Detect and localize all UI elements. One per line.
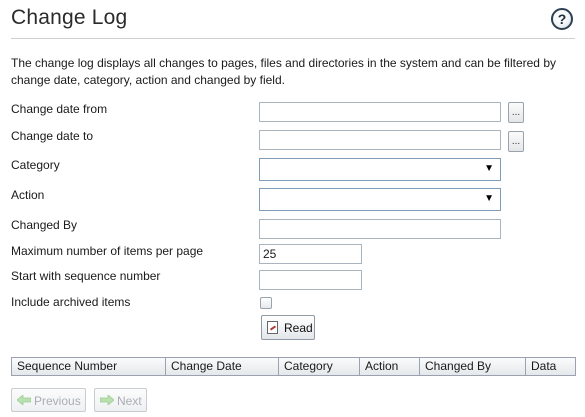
chevron-down-icon: ▼ [484,163,494,174]
column-header[interactable]: Sequence Number [12,358,166,375]
help-icon[interactable]: ? [551,8,573,30]
changed-by-label: Changed By [11,218,78,232]
change-date-from-input[interactable] [259,102,501,122]
previous-button-label: Previous [34,394,81,408]
read-button[interactable]: Read [261,315,315,340]
read-button-label: Read [284,321,313,335]
change-date-to-input[interactable] [259,130,501,150]
include-archived-label: Include archived items [11,295,131,309]
intro-text: The change log displays all changes to p… [11,56,556,87]
change-date-from-picker-button[interactable]: ... [508,102,524,123]
column-header[interactable]: Category [279,358,360,375]
page-header: Change Log ? [0,0,585,40]
header-divider [11,38,575,39]
next-button[interactable]: Next [94,388,147,412]
results-table-header: Sequence Number Change Date Category Act… [11,357,576,376]
column-header[interactable]: Changed By [420,358,526,375]
start-sequence-label: Start with sequence number [11,269,161,283]
include-archived-checkbox[interactable] [260,297,272,309]
arrow-left-icon [17,395,31,405]
page-title: Change Log [11,6,128,29]
chevron-down-icon: ▼ [484,193,494,204]
column-header[interactable]: Action [360,358,420,375]
changed-by-input[interactable] [259,219,501,239]
next-button-label: Next [117,394,142,408]
arrow-right-icon [100,395,114,405]
action-label: Action [11,188,45,202]
column-header[interactable]: Change Date [166,358,279,375]
document-icon [267,321,278,334]
start-sequence-input[interactable] [259,270,362,290]
max-items-label: Maximum number of items per page [11,244,204,258]
change-date-from-label: Change date from [11,102,108,116]
category-label: Category [11,158,60,172]
action-select[interactable]: ▼ [259,188,501,211]
column-header[interactable]: Data [526,358,575,375]
previous-button[interactable]: Previous [11,388,86,412]
change-date-to-label: Change date to [11,129,94,143]
max-items-input[interactable] [259,244,362,264]
change-date-to-picker-button[interactable]: ... [508,131,524,152]
category-select[interactable]: ▼ [259,158,501,181]
